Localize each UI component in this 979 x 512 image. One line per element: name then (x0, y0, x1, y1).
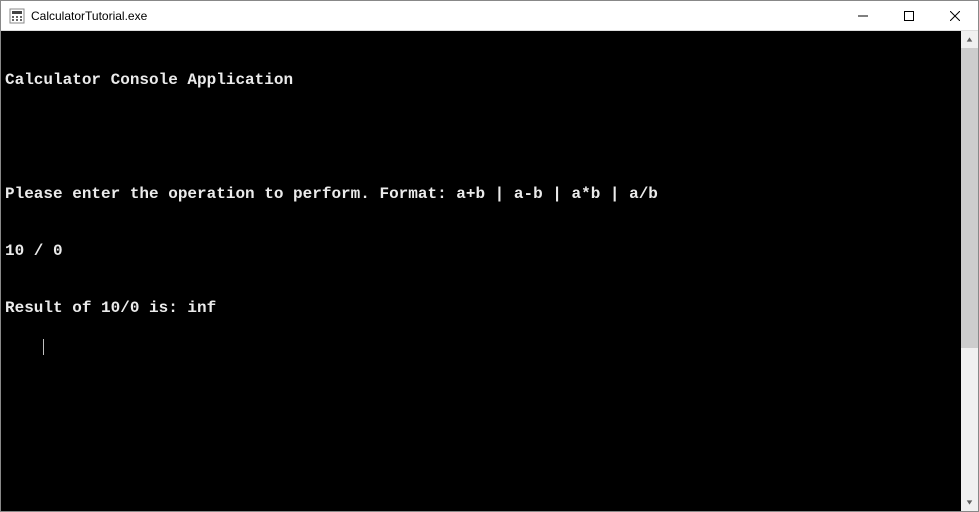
minimize-button[interactable] (840, 1, 886, 30)
console-line: Result of 10/0 is: inf (5, 299, 957, 318)
window-title: CalculatorTutorial.exe (31, 9, 147, 23)
console-line: 10 / 0 (5, 242, 957, 261)
console-line: Calculator Console Application (5, 71, 957, 90)
scroll-thumb[interactable] (961, 48, 978, 348)
scroll-down-button[interactable] (961, 494, 978, 511)
titlebar[interactable]: CalculatorTutorial.exe (1, 1, 978, 31)
content-area: Calculator Console Application Please en… (1, 31, 978, 511)
console-line: Please enter the operation to perform. F… (5, 185, 957, 204)
maximize-button[interactable] (886, 1, 932, 30)
scroll-track[interactable] (961, 48, 978, 494)
console-output[interactable]: Calculator Console Application Please en… (1, 31, 961, 511)
scroll-up-button[interactable] (961, 31, 978, 48)
close-button[interactable] (932, 1, 978, 30)
app-icon (9, 8, 25, 24)
text-cursor (43, 339, 44, 355)
window-controls (840, 1, 978, 30)
vertical-scrollbar[interactable] (961, 31, 978, 511)
console-line (5, 128, 957, 147)
